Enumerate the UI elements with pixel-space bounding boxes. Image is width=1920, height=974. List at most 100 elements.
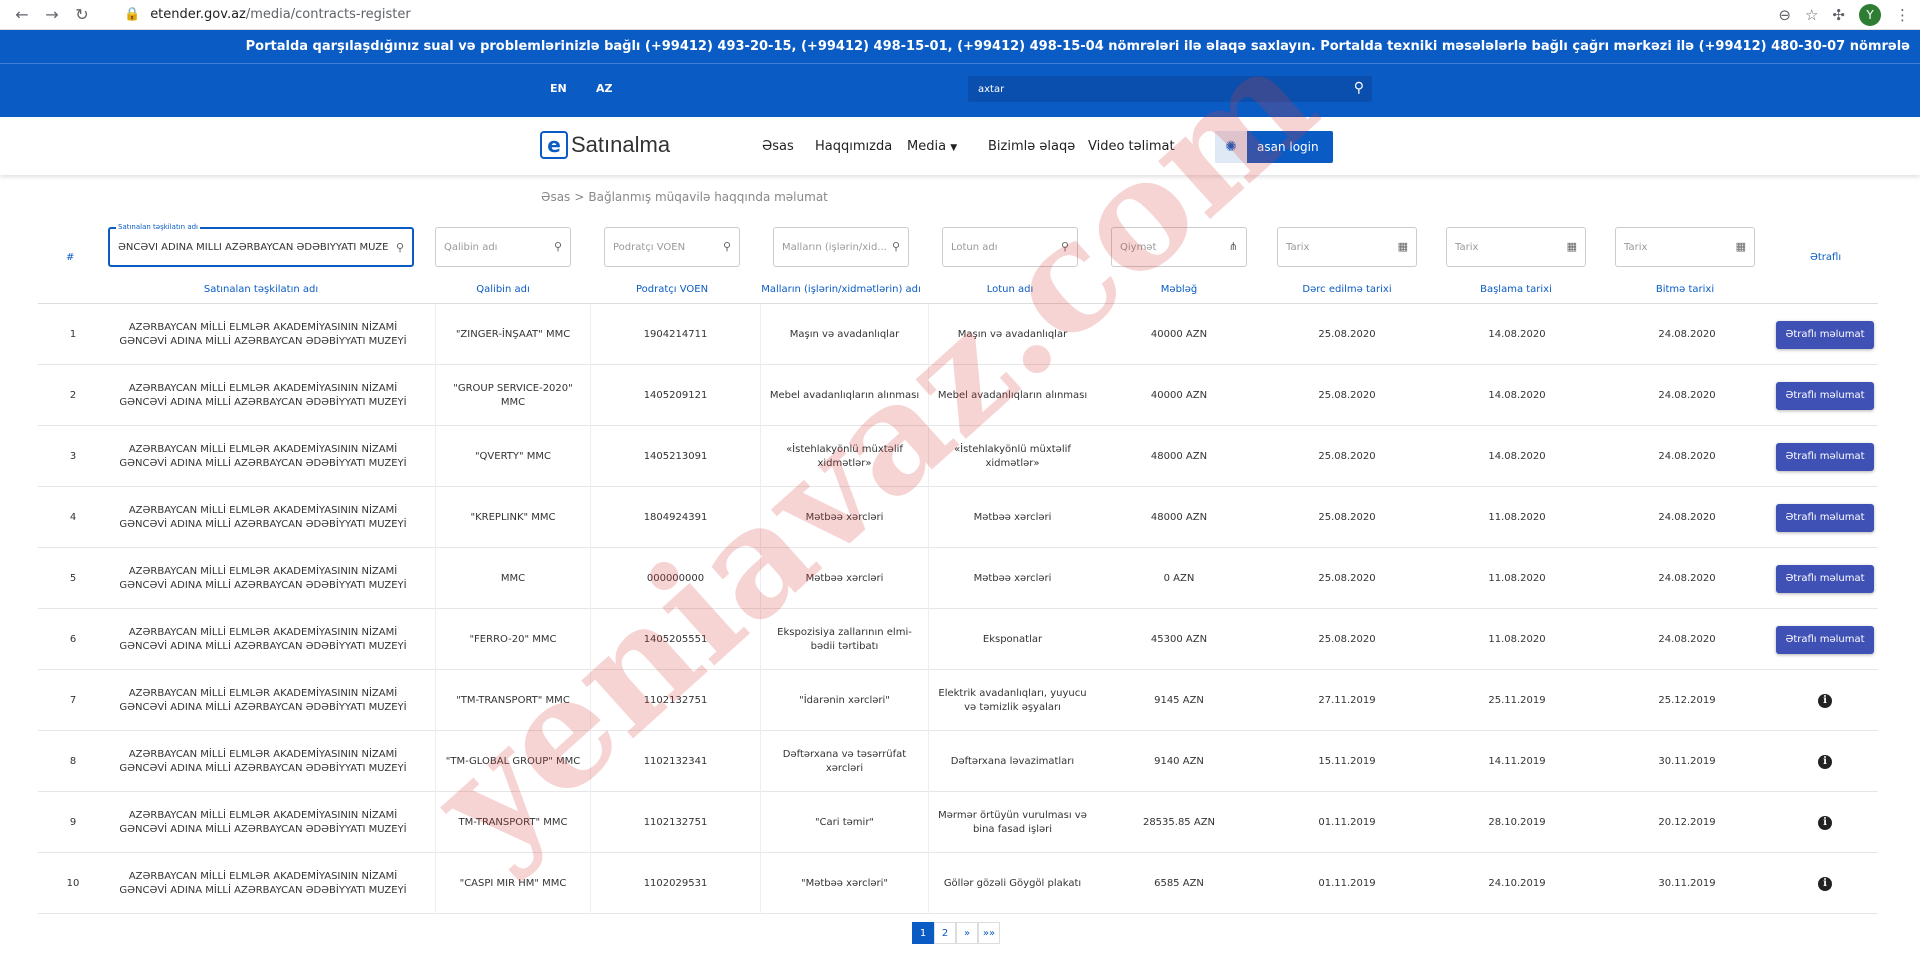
page-last[interactable]: »» bbox=[978, 922, 1000, 944]
browser-toolbar: ← → ↻ 🔒 etender.gov.az/media/contracts-r… bbox=[0, 0, 1920, 30]
calendar-icon[interactable]: ▦ bbox=[1398, 240, 1408, 253]
search-icon[interactable]: ⚲ bbox=[1061, 240, 1069, 253]
cell-winner: "ZINGER-İNŞAAT" MMC bbox=[435, 304, 590, 365]
details-button[interactable]: Ətraflı məlumat bbox=[1776, 564, 1874, 593]
cell-action: i bbox=[1772, 670, 1878, 731]
cell-lot: «İstehlakyönlü müxtəlif xidmətlər» bbox=[928, 426, 1096, 487]
cell-lot: Eksponatlar bbox=[928, 609, 1096, 670]
table-row: 5 AZƏRBAYCAN MİLLİ ELMLƏR AKADEMİYASININ … bbox=[38, 548, 1878, 609]
nav-about[interactable]: Haqqımızda bbox=[815, 139, 892, 154]
menu-dots-icon[interactable]: ⋮ bbox=[1895, 6, 1910, 24]
column-start-date: Başlama tarixi bbox=[1480, 284, 1552, 295]
info-icon[interactable]: i bbox=[1818, 876, 1832, 891]
cell-org: AZƏRBAYCAN MİLLİ ELMLƏR AKADEMİYASININ N… bbox=[119, 809, 407, 835]
details-button[interactable]: Ətraflı məlumat bbox=[1776, 503, 1874, 532]
cell-voen: 1102029531 bbox=[590, 853, 760, 914]
back-icon[interactable]: ← bbox=[10, 3, 34, 27]
cell-index: 3 bbox=[69, 450, 77, 462]
site-logo[interactable]: e Satınalma bbox=[540, 131, 670, 159]
details-button[interactable]: Ətraflı məlumat bbox=[1776, 625, 1874, 654]
breadcrumb-home[interactable]: Əsas bbox=[541, 190, 570, 204]
column-header-row: Satınalan təşkilatın adı Qalibin adı Pod… bbox=[38, 280, 1878, 304]
cell-amount: 48000 AZN bbox=[1150, 511, 1208, 523]
amount-filter-input[interactable]: Qiymət ⋔ bbox=[1111, 227, 1247, 267]
column-goods: Malların (işlərin/xidmətlərin) adı bbox=[761, 284, 921, 295]
cell-lot: Dəftərxana ləvazimatları bbox=[928, 731, 1096, 792]
search-icon[interactable]: ⚲ bbox=[1354, 80, 1364, 96]
search-icon[interactable]: ⚲ bbox=[396, 241, 404, 254]
table-row: 6 AZƏRBAYCAN MİLLİ ELMLƏR AKADEMİYASININ … bbox=[38, 609, 1878, 670]
lang-az[interactable]: AZ bbox=[596, 82, 613, 95]
cell-winner: "TM-TRANSPORT" MMC bbox=[435, 670, 590, 731]
details-button[interactable]: Ətraflı məlumat bbox=[1776, 442, 1874, 471]
voen-filter-input[interactable]: Podratçı VOEN ⚲ bbox=[604, 227, 740, 267]
cell-winner: MMC bbox=[435, 548, 590, 609]
details-button[interactable]: Ətraflı məlumat bbox=[1776, 320, 1874, 349]
cell-org: AZƏRBAYCAN MİLLİ ELMLƏR AKADEMİYASININ N… bbox=[119, 443, 407, 469]
extensions-icon[interactable]: ✣ bbox=[1832, 6, 1845, 24]
cell-lot: Mebel avadanlıqların alınması bbox=[928, 365, 1096, 426]
pub-date-filter[interactable]: Tarix ▦ bbox=[1277, 227, 1417, 267]
filter-row: # Satınalan təşkilatın adı ƏNCƏVİ ADINA … bbox=[38, 218, 1878, 280]
page-2[interactable]: 2 bbox=[934, 922, 956, 944]
cell-end-date: 30.11.2019 bbox=[1658, 755, 1716, 767]
lang-en[interactable]: EN bbox=[550, 82, 567, 95]
star-icon[interactable]: ☆ bbox=[1805, 6, 1818, 24]
zoom-icon[interactable]: ⊖ bbox=[1778, 6, 1791, 24]
start-date-placeholder: Tarix bbox=[1455, 241, 1479, 253]
details-button[interactable]: Ətraflı məlumat bbox=[1776, 381, 1874, 410]
cell-index: 9 bbox=[69, 816, 77, 828]
winner-filter-input[interactable]: Qalibin adı ⚲ bbox=[435, 227, 571, 267]
calendar-icon[interactable]: ▦ bbox=[1567, 240, 1577, 253]
cell-action: i bbox=[1772, 731, 1878, 792]
cell-action: Ətraflı məlumat bbox=[1772, 609, 1878, 670]
voen-filter-placeholder: Podratçı VOEN bbox=[613, 241, 686, 253]
cell-org: AZƏRBAYCAN MİLLİ ELMLƏR AKADEMİYASININ N… bbox=[119, 321, 407, 347]
profile-avatar[interactable]: Y bbox=[1859, 3, 1881, 26]
table-row: 8 AZƏRBAYCAN MİLLİ ELMLƏR AKADEMİYASININ … bbox=[38, 731, 1878, 792]
cell-lot: Göllər gözəli Göygöl plakatı bbox=[928, 853, 1096, 914]
cell-end-date: 20.12.2019 bbox=[1658, 816, 1716, 828]
info-icon[interactable]: i bbox=[1818, 693, 1832, 708]
cell-index: 2 bbox=[69, 389, 77, 401]
info-icon[interactable]: i bbox=[1818, 754, 1832, 769]
calendar-icon[interactable]: ▦ bbox=[1736, 240, 1746, 253]
cell-amount: 28535.85 AZN bbox=[1142, 816, 1216, 828]
goods-filter-input[interactable]: Malların (işlərin/xid... ⚲ bbox=[773, 227, 909, 267]
page-1[interactable]: 1 bbox=[912, 922, 934, 944]
cell-pub-date: 01.11.2019 bbox=[1318, 816, 1376, 828]
forward-icon[interactable]: → bbox=[40, 3, 64, 27]
cell-index: 5 bbox=[69, 572, 77, 584]
search-icon[interactable]: ⚲ bbox=[723, 240, 731, 253]
lot-filter-input[interactable]: Lotun adı ⚲ bbox=[942, 227, 1078, 267]
table-row: 10 AZƏRBAYCAN MİLLİ ELMLƏR AKADEMİYASININ… bbox=[38, 853, 1878, 914]
asan-login-button[interactable]: ✺ asan login bbox=[1215, 131, 1333, 163]
address-bar[interactable]: 🔒 etender.gov.az/media/contracts-registe… bbox=[124, 7, 1778, 22]
start-date-filter[interactable]: Tarix ▦ bbox=[1446, 227, 1586, 267]
page-next[interactable]: » bbox=[956, 922, 978, 944]
end-date-filter[interactable]: Tarix ▦ bbox=[1615, 227, 1755, 267]
cell-start-date: 11.08.2020 bbox=[1488, 572, 1546, 584]
cell-index: 7 bbox=[69, 694, 77, 706]
nav-contact[interactable]: Bizimlə əlaqə bbox=[988, 139, 1075, 154]
cell-amount: 40000 AZN bbox=[1150, 389, 1208, 401]
column-pub-date: Dərc edilmə tarixi bbox=[1302, 284, 1392, 295]
cell-action: Ətraflı məlumat bbox=[1772, 548, 1878, 609]
logo-e-icon: e bbox=[540, 131, 568, 159]
org-filter-input[interactable]: Satınalan təşkilatın adı ƏNCƏVİ ADINA Mİ… bbox=[108, 223, 414, 267]
search-icon[interactable]: ⚲ bbox=[554, 240, 562, 253]
asan-emblem-icon: ✺ bbox=[1215, 131, 1247, 163]
cell-end-date: 24.08.2020 bbox=[1658, 633, 1716, 645]
cell-amount: 6585 AZN bbox=[1154, 877, 1204, 889]
nav-media[interactable]: Media ▼ bbox=[907, 139, 957, 154]
nav-home[interactable]: Əsas bbox=[762, 139, 794, 154]
reload-icon[interactable]: ↻ bbox=[70, 3, 94, 27]
breadcrumb-separator: > bbox=[574, 190, 585, 204]
info-icon[interactable]: i bbox=[1818, 815, 1832, 830]
nav-video[interactable]: Video təlimat bbox=[1088, 139, 1175, 154]
search-icon[interactable]: ⚲ bbox=[892, 240, 900, 253]
cell-winner: "QVERTY" MMC bbox=[435, 426, 590, 487]
site-search-input[interactable]: axtar ⚲ bbox=[968, 76, 1372, 102]
cell-end-date: 24.08.2020 bbox=[1658, 450, 1716, 462]
cell-goods: "Cari təmir" bbox=[760, 792, 928, 853]
